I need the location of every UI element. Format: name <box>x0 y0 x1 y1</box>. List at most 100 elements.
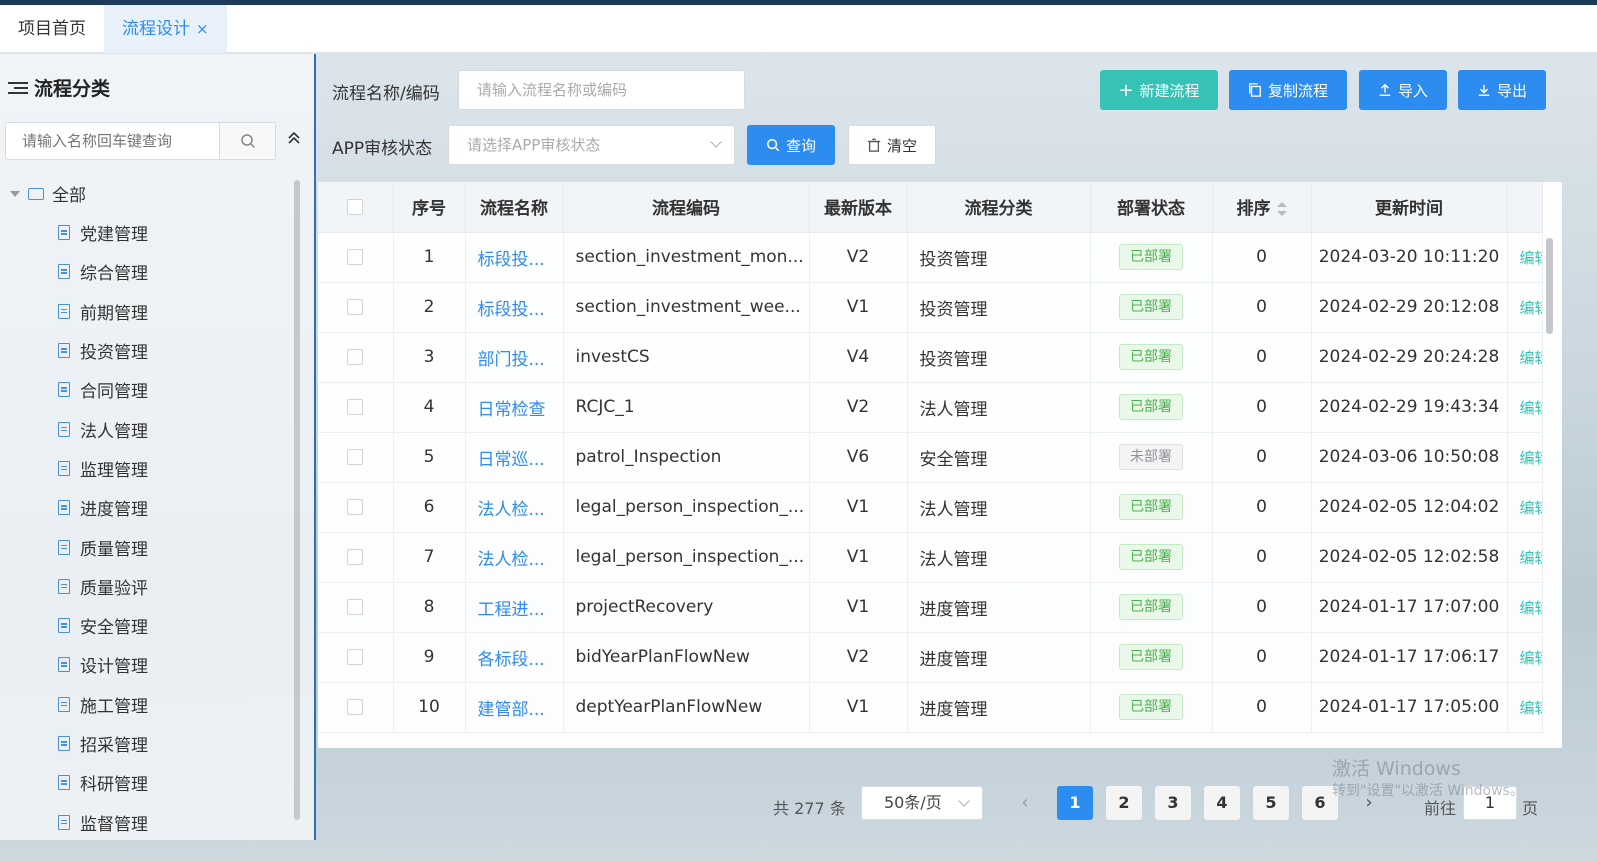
tree-item[interactable]: 法人管理 <box>10 409 290 448</box>
edit-link[interactable]: 编辑 <box>1507 632 1543 683</box>
copy-process-button[interactable]: 复制流程 <box>1229 70 1347 110</box>
import-label: 导入 <box>1397 81 1428 100</box>
header-order[interactable]: 排序 <box>1212 182 1312 233</box>
tree-item[interactable]: 前期管理 <box>10 292 290 331</box>
category-search-input[interactable] <box>6 123 219 159</box>
cell-name-link[interactable]: 日常检查 <box>465 382 564 433</box>
tree-item-label: 科研管理 <box>80 775 148 796</box>
app-status-select[interactable]: 请选择APP审核状态 <box>448 125 735 165</box>
tree-item[interactable]: 监督管理 <box>10 802 290 841</box>
row-checkbox[interactable] <box>347 699 364 715</box>
document-icon <box>58 775 70 791</box>
document-icon <box>58 814 70 830</box>
edit-link[interactable]: 编辑 <box>1507 332 1543 383</box>
tree-item[interactable]: 安全管理 <box>10 606 290 645</box>
cell-status: 已部署 <box>1090 532 1213 583</box>
tree-item[interactable]: 招采管理 <box>10 724 290 763</box>
status-badge: 已部署 <box>1119 494 1183 520</box>
row-select-cell <box>318 432 394 483</box>
search-button[interactable] <box>219 123 275 159</box>
table-vertical-scrollbar[interactable] <box>1546 238 1553 334</box>
cell-name-link[interactable]: 法人检... <box>465 532 564 583</box>
sort-icon[interactable] <box>1276 202 1287 217</box>
page-2[interactable]: 2 <box>1106 786 1142 820</box>
cell-status: 已部署 <box>1090 332 1213 383</box>
close-icon[interactable]: × <box>196 20 209 38</box>
row-checkbox[interactable] <box>347 249 364 265</box>
cell-name-link[interactable]: 建管部... <box>465 682 564 733</box>
cell-code: section_investment_wee... <box>563 282 810 333</box>
tree-item[interactable]: 质量验评 <box>10 567 290 606</box>
page-3[interactable]: 3 <box>1155 786 1191 820</box>
tree-item-label: 招采管理 <box>80 736 148 756</box>
import-button[interactable]: 导入 <box>1359 70 1447 110</box>
tree-item[interactable]: 监理管理 <box>10 449 290 488</box>
clear-button[interactable]: 清空 <box>848 125 936 165</box>
row-checkbox[interactable] <box>347 549 364 565</box>
name-filter-input[interactable]: 请输入流程名称或编码 <box>458 70 745 110</box>
app-status-label: APP审核状态 <box>332 139 433 159</box>
tree-item[interactable]: 施工管理 <box>10 685 290 724</box>
cell-updated: 2024-02-29 20:12:08 <box>1311 282 1508 333</box>
prev-page-button[interactable]: ‹ <box>1008 786 1042 820</box>
row-checkbox[interactable] <box>347 649 364 665</box>
row-checkbox[interactable] <box>347 499 364 515</box>
new-process-label: 新建流程 <box>1139 81 1200 100</box>
cell-name-link[interactable]: 日常巡... <box>465 432 564 483</box>
edit-link[interactable]: 编辑 <box>1507 232 1543 283</box>
select-all-checkbox[interactable] <box>347 198 364 215</box>
tree-item[interactable]: 科研管理 <box>10 763 290 802</box>
tree-item[interactable]: 进度管理 <box>10 488 290 527</box>
tree-item[interactable]: 投资管理 <box>10 331 290 370</box>
page-4[interactable]: 4 <box>1204 786 1240 820</box>
cell-name-link[interactable]: 法人检... <box>465 482 564 533</box>
edit-link[interactable]: 编辑 <box>1507 682 1543 733</box>
cell-no: 8 <box>393 582 466 633</box>
cell-code: legal_person_inspection_... <box>563 532 810 583</box>
tree-item[interactable]: 质量管理 <box>10 527 290 566</box>
edit-link[interactable]: 编辑 <box>1507 282 1543 333</box>
header-name: 流程名称 <box>465 182 564 233</box>
row-checkbox[interactable] <box>347 299 364 315</box>
sidebar-scrollbar[interactable] <box>294 180 300 820</box>
tree-item-label: 合同管理 <box>80 382 148 403</box>
edit-link[interactable]: 编辑 <box>1507 432 1543 483</box>
tree-root-all[interactable]: 全部 <box>10 174 290 213</box>
tree-item-label: 监督管理 <box>80 814 148 835</box>
cell-code: projectRecovery <box>563 582 810 633</box>
cell-name-link[interactable]: 标段投... <box>465 232 564 283</box>
cell-order: 0 <box>1212 682 1312 733</box>
cell-name-link[interactable]: 部门投... <box>465 332 564 383</box>
tab-process-design[interactable]: 流程设计 × <box>104 5 227 53</box>
page-5[interactable]: 5 <box>1253 786 1289 820</box>
cell-name-link[interactable]: 工程进... <box>465 582 564 633</box>
new-process-button[interactable]: + 新建流程 <box>1100 70 1218 110</box>
export-button[interactable]: 导出 <box>1458 70 1546 110</box>
edit-link[interactable]: 编辑 <box>1507 532 1543 583</box>
row-checkbox[interactable] <box>347 599 364 615</box>
edit-link[interactable]: 编辑 <box>1507 382 1543 433</box>
edit-link[interactable]: 编辑 <box>1507 582 1543 633</box>
tab-home[interactable]: 项目首页 <box>0 5 104 53</box>
collapse-button[interactable] <box>286 130 302 151</box>
caret-down-icon[interactable] <box>10 190 20 197</box>
tree-item[interactable]: 党建管理 <box>10 213 290 252</box>
tree-root-label: 全部 <box>52 186 86 206</box>
row-checkbox[interactable] <box>347 399 364 415</box>
cell-category: 进度管理 <box>907 582 1091 633</box>
document-icon <box>58 303 70 319</box>
row-checkbox[interactable] <box>347 449 364 465</box>
cell-order: 0 <box>1212 232 1312 283</box>
search-icon <box>766 138 780 152</box>
cell-name-link[interactable]: 各标段... <box>465 632 564 683</box>
tree-item[interactable]: 综合管理 <box>10 252 290 291</box>
page-1[interactable]: 1 <box>1057 786 1093 820</box>
edit-link[interactable]: 编辑 <box>1507 482 1543 533</box>
query-button[interactable]: 查询 <box>747 125 835 165</box>
total-count: 共 277 条 <box>773 799 846 818</box>
tree-item[interactable]: 设计管理 <box>10 645 290 684</box>
row-checkbox[interactable] <box>347 349 364 365</box>
tree-item[interactable]: 合同管理 <box>10 370 290 409</box>
cell-name-link[interactable]: 标段投... <box>465 282 564 333</box>
page-size-select[interactable]: 50条/页 <box>861 786 983 820</box>
